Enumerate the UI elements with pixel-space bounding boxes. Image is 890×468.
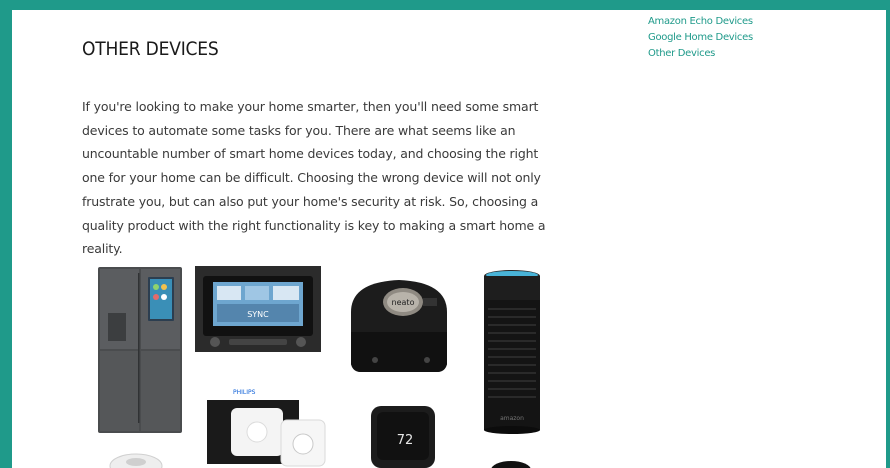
page-content: OTHER DEVICES If you're looking to make … — [12, 10, 886, 468]
sidebar-nav: Amazon Echo Devices Google Home Devices … — [648, 14, 753, 61]
thermostat-reading: 72 — [397, 433, 414, 448]
sidebar-link-google-home[interactable]: Google Home Devices — [648, 30, 753, 45]
amazon-echo-image: amazon — [484, 270, 540, 434]
smart-fridge-image — [98, 267, 182, 433]
page-title: OTHER DEVICES — [82, 38, 219, 60]
robot-vacuum-image: neato — [351, 280, 447, 372]
vacuum-brand: neato — [392, 298, 415, 307]
sidebar-link-other-devices[interactable]: Other Devices — [648, 46, 753, 61]
smart-camera-image — [109, 453, 163, 468]
car-screen-text: SYNC — [247, 310, 269, 319]
hue-box-brand: PHILIPS — [233, 389, 256, 396]
smart-speaker-dot-image — [491, 461, 531, 468]
intro-paragraph: If you're looking to make your home smar… — [82, 99, 546, 257]
philips-hue-bridge-image: PHILIPS — [207, 380, 326, 467]
smart-thermostat-image: 72 — [371, 406, 435, 468]
echo-brand: amazon — [500, 415, 524, 422]
car-infotainment-image: SYNC — [195, 266, 321, 352]
sidebar-link-amazon-echo[interactable]: Amazon Echo Devices — [648, 14, 753, 29]
